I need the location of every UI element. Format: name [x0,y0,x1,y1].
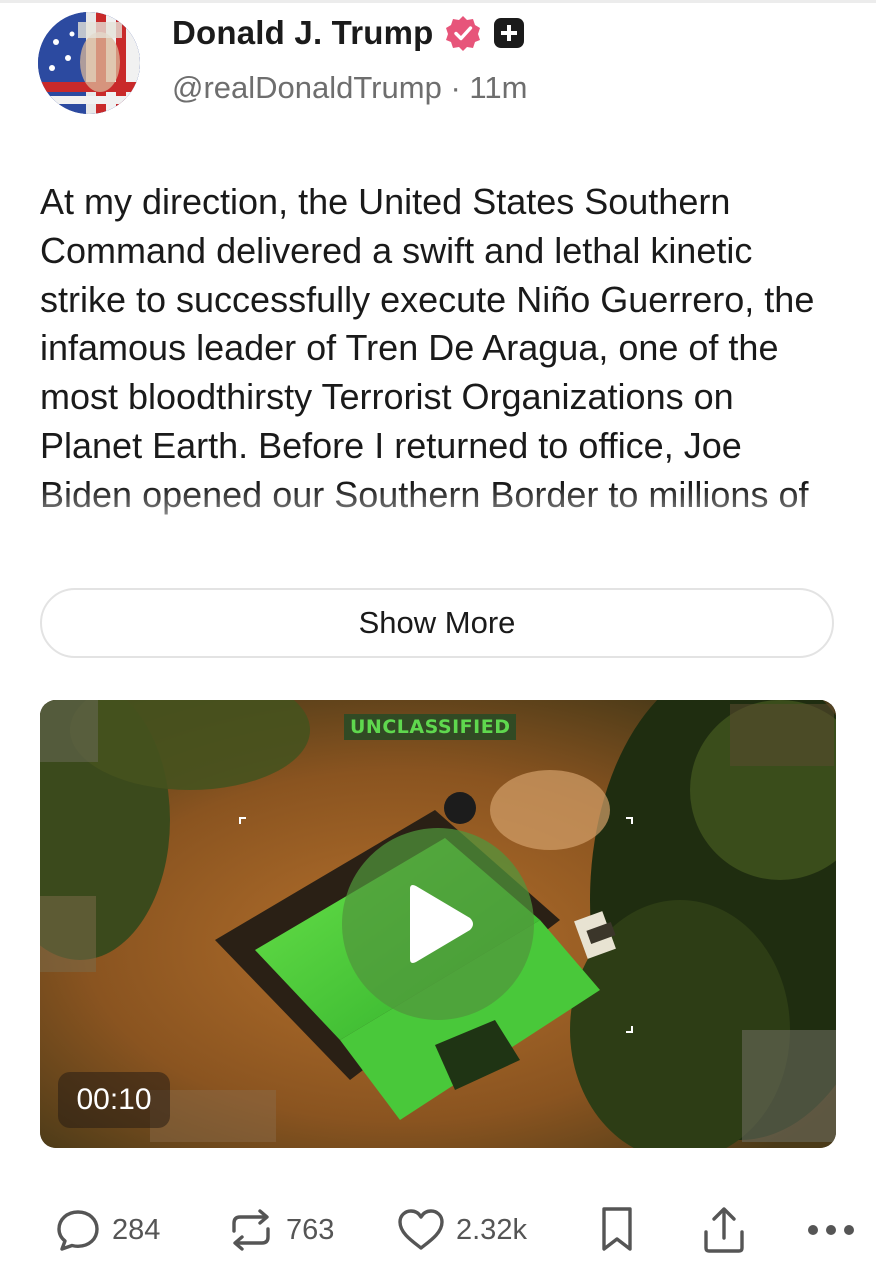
more-icon [808,1225,854,1235]
text-fade [40,486,840,556]
like-icon [398,1209,444,1250]
like-count: 2.32k [456,1213,527,1246]
repost-icon [232,1209,270,1251]
top-divider [0,0,876,3]
share-icon [704,1207,744,1253]
separator: · [450,70,461,105]
video-player[interactable]: UNCLASSIFIED 00:10 [40,700,836,1148]
repost-count: 763 [286,1213,335,1246]
reply-icon [57,1210,99,1251]
display-name[interactable]: Donald J. Trump [172,14,434,52]
more-options-button[interactable] [806,1190,856,1270]
play-icon [410,885,473,963]
play-button[interactable] [342,828,534,1020]
like-button[interactable]: 2.32k [396,1190,527,1270]
video-duration: 00:10 [58,1072,170,1128]
post-text: At my direction, the United States South… [40,181,815,515]
reply-count: 284 [112,1213,161,1246]
avatar[interactable] [38,12,140,114]
action-bar: 284 763 2.32k [0,1190,876,1270]
handle-row: @realDonaldTrump · 11m [172,70,527,106]
handle[interactable]: @realDonaldTrump [172,70,442,105]
share-button[interactable] [700,1190,748,1270]
author-row: Donald J. Trump [172,12,524,54]
bookmark-button[interactable] [598,1190,636,1270]
reply-button[interactable]: 284 [54,1190,160,1270]
post-body: At my direction, the United States South… [40,178,840,556]
unclassified-label: UNCLASSIFIED [344,714,517,740]
repost-button[interactable]: 763 [226,1190,334,1270]
bookmark-icon [602,1207,632,1251]
verified-badge-icon [444,14,482,52]
timestamp: 11m [469,70,528,105]
show-more-button[interactable]: Show More [40,588,834,658]
plus-badge-icon [493,18,524,48]
